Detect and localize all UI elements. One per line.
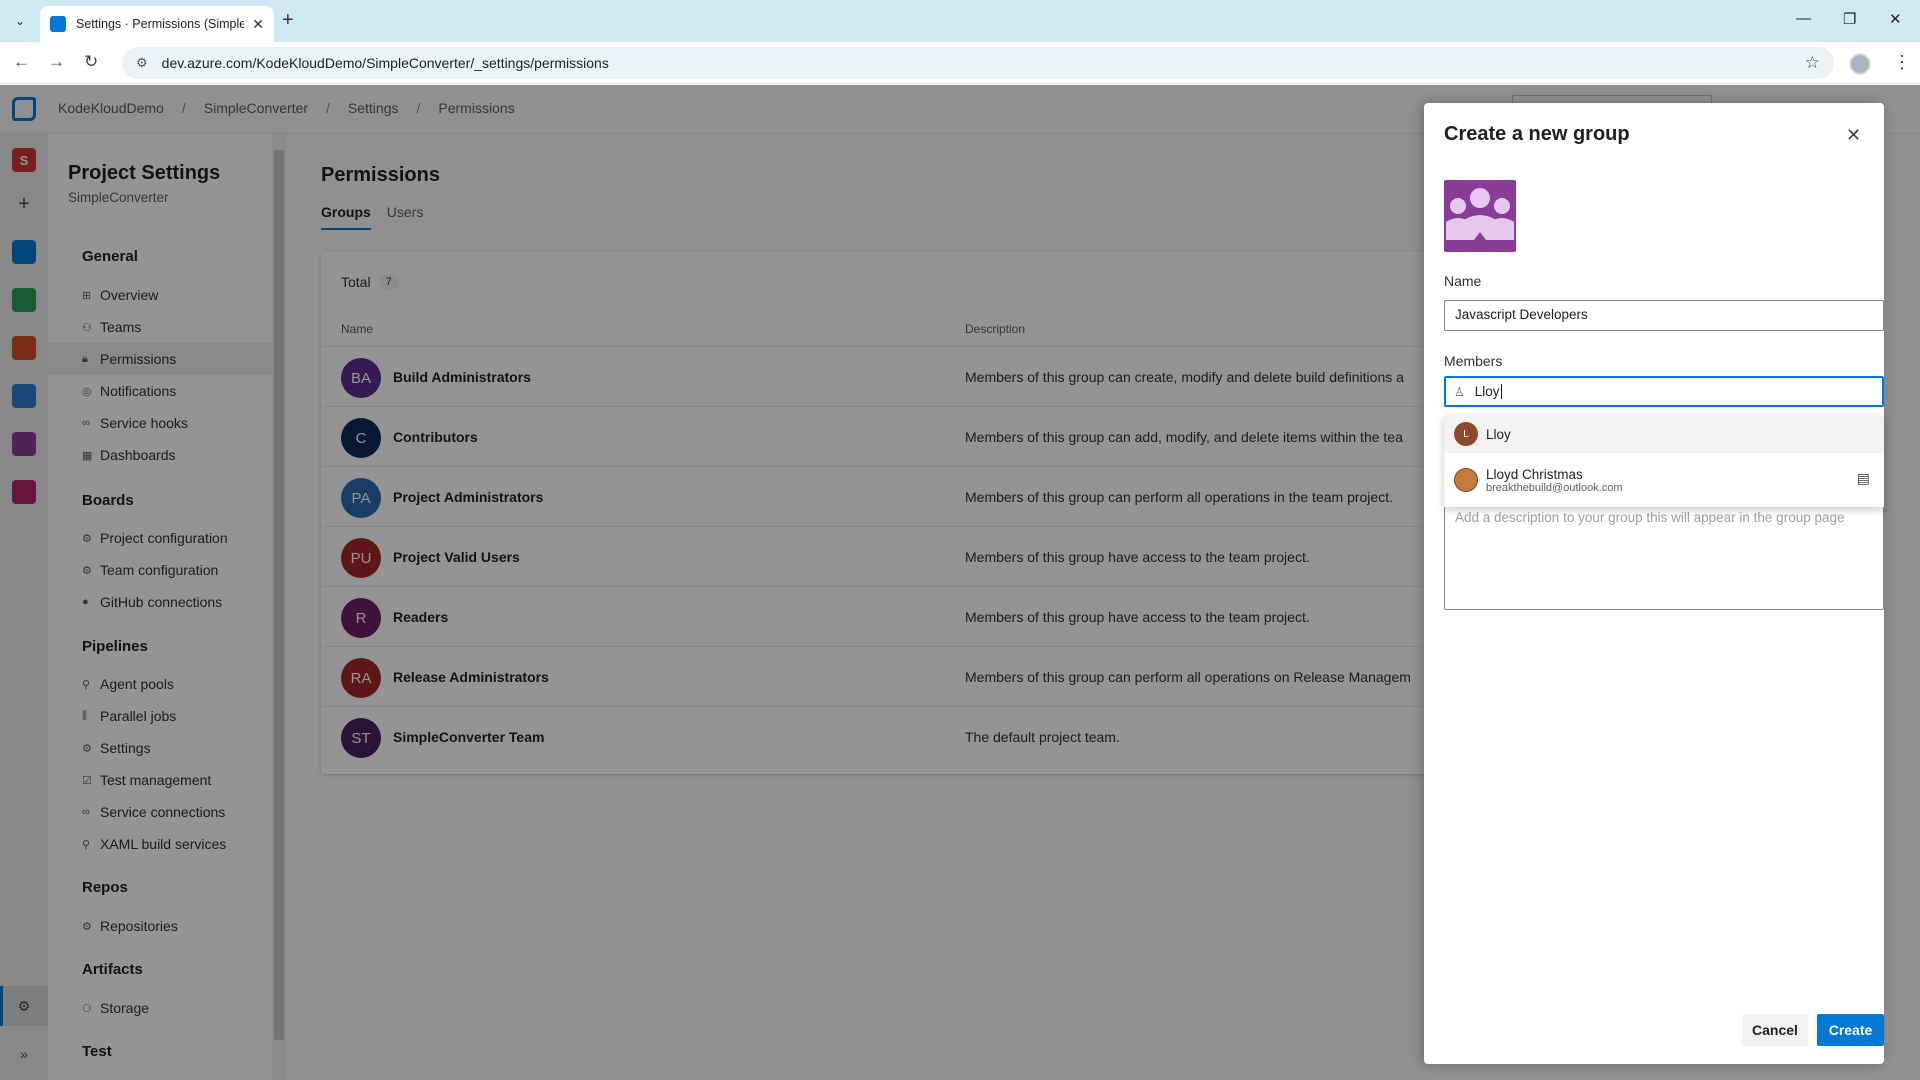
suggestion-name: Lloyd Christmas (1486, 466, 1583, 482)
suggestion-text: Lloyd Christmas breakthebuild@outlook.co… (1486, 467, 1623, 494)
close-window-icon[interactable]: ✕ (1889, 10, 1902, 28)
profile-avatar[interactable] (1849, 53, 1871, 75)
site-info-icon[interactable]: ⚙ (136, 55, 148, 71)
members-search-input[interactable]: ♙ Lloy (1444, 376, 1884, 407)
reload-icon[interactable]: ↻ (84, 52, 98, 72)
contact-card-icon[interactable]: ▤ (1857, 470, 1870, 487)
suggestion-email: breakthebuild@outlook.com (1486, 481, 1623, 494)
group-picture[interactable] (1444, 180, 1516, 252)
browser-tabstrip: ⌄ Settings · Permissions (SimpleConverte… (0, 0, 1920, 42)
group-name-field[interactable]: Javascript Developers (1444, 300, 1884, 331)
browser-tab[interactable]: Settings · Permissions (SimpleConverter)… (40, 6, 274, 42)
user-avatar: L (1454, 422, 1478, 446)
azure-devops-favicon (50, 16, 66, 32)
minimize-icon[interactable]: — (1796, 10, 1811, 27)
description-field[interactable]: Add a description to your group this wil… (1444, 501, 1884, 610)
members-suggestions: L Lloy Lloyd Christmas breakthebuild@out… (1444, 415, 1884, 507)
tab-title: Settings · Permissions (SimpleConverter) (76, 17, 245, 31)
suggestion-item[interactable]: L Lloy (1444, 415, 1884, 453)
suggestion-name: Lloy (1486, 426, 1511, 442)
browser-toolbar: ← → ↻ ⚙ dev.azure.com/KodeKloudDemo/Simp… (0, 42, 1920, 84)
panel-title: Create a new group (1444, 123, 1630, 145)
close-icon[interactable]: ✕ (1846, 125, 1861, 146)
cancel-button[interactable]: Cancel (1742, 1014, 1808, 1046)
user-avatar (1454, 468, 1478, 492)
name-label: Name (1444, 273, 1482, 289)
create-group-panel: Create a new group ✕ Name Javascript Dev… (1424, 103, 1884, 1064)
person-icon: ♙ (1454, 384, 1465, 399)
group-people-icon (1446, 188, 1514, 240)
forward-icon[interactable]: → (48, 52, 65, 72)
members-query: Lloy (1474, 384, 1500, 399)
description-placeholder: Add a description to your group this wil… (1455, 510, 1845, 525)
browser-menu-icon[interactable]: ⋮ (1893, 52, 1911, 73)
suggestion-item[interactable]: Lloyd Christmas breakthebuild@outlook.co… (1444, 453, 1884, 507)
members-label: Members (1444, 353, 1503, 369)
create-button[interactable]: Create (1817, 1014, 1884, 1046)
restore-icon[interactable]: ❐ (1843, 10, 1856, 28)
group-name-value: Javascript Developers (1455, 307, 1588, 322)
address-bar[interactable]: ⚙ dev.azure.com/KodeKloudDemo/SimpleConv… (122, 47, 1834, 79)
back-icon[interactable]: ← (13, 52, 30, 72)
tab-search-icon[interactable]: ⌄ (8, 9, 32, 33)
new-tab-icon[interactable]: + (282, 9, 294, 32)
bookmark-star-icon[interactable]: ☆ (1805, 53, 1820, 73)
url-text: dev.azure.com/KodeKloudDemo/SimpleConver… (161, 55, 609, 71)
text-caret (1500, 384, 1502, 399)
close-tab-icon[interactable]: ✕ (252, 16, 264, 33)
